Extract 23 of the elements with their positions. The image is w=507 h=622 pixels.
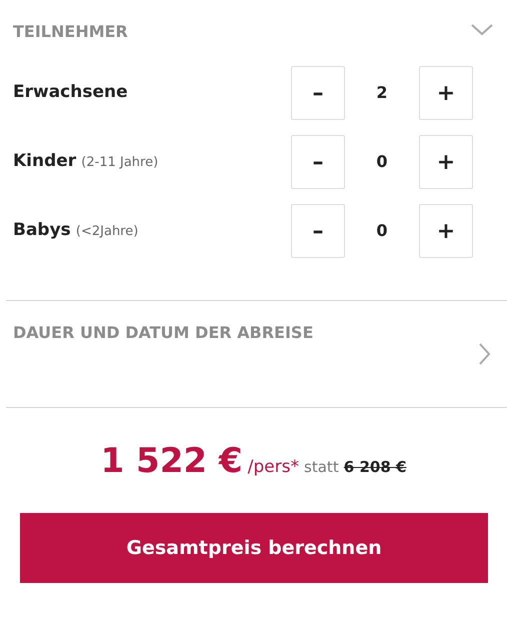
age-note: (<2Jahre) — [76, 224, 138, 240]
section-title: TEILNEHMER — [13, 21, 128, 43]
count-value: 0 — [375, 220, 389, 242]
old-price: 6 208 € — [344, 458, 406, 476]
decrement-button[interactable]: – — [291, 66, 345, 120]
increment-button[interactable]: + — [419, 135, 473, 189]
instead-label: statt — [304, 458, 339, 476]
section-title: DAUER UND DATUM DER ABREISE — [13, 322, 314, 344]
decrement-button[interactable]: – — [291, 204, 345, 258]
participant-label: Kinder — [13, 151, 76, 172]
participant-label: Babys — [13, 220, 71, 240]
count-value: 2 — [375, 82, 389, 104]
calculate-button[interactable]: Gesamtpreis berechnen — [20, 513, 488, 583]
decrement-button[interactable]: – — [291, 135, 345, 189]
chevron-right-icon[interactable] — [479, 343, 491, 365]
price-unit: /pers* — [248, 457, 299, 477]
increment-button[interactable]: + — [419, 204, 473, 258]
increment-button[interactable]: + — [419, 66, 473, 120]
price-amount: 1 522 € — [100, 441, 243, 481]
age-note: (2-11 Jahre) — [81, 155, 158, 170]
participant-label: Erwachsene — [13, 82, 128, 102]
count-value: 0 — [375, 151, 389, 173]
chevron-down-icon[interactable] — [471, 24, 493, 36]
